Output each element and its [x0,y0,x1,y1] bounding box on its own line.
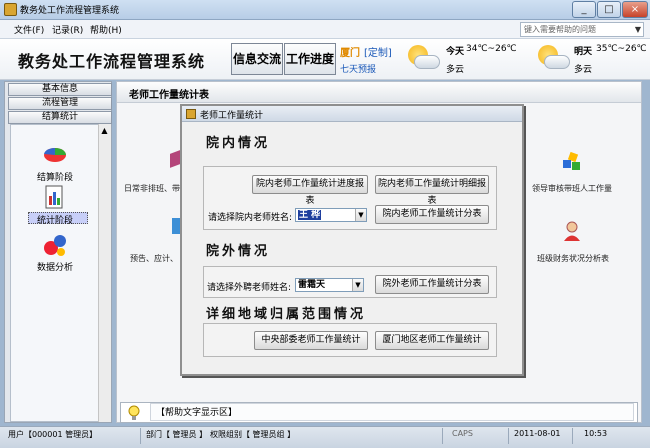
today-temp: 34℃~26℃ [466,44,517,54]
help-text: 【帮助文字显示区】 [156,408,238,418]
sidebar-nav-list [10,124,111,422]
section-external-title: 院外情况 [206,244,271,259]
bg-item-label[interactable]: 日常非排班、带 [124,183,180,194]
tomorrow-label: 明天 [574,47,593,57]
internal-detail-report-button[interactable]: 院内老师工作量统计明细报表 [375,175,489,206]
external-teacher-value: 雷霜天 [298,280,326,290]
menu-record[interactable]: 记录(R) [52,23,83,36]
app-icon [4,3,17,16]
status-user: 用户【000001 管理员】 [8,430,98,439]
internal-teacher-select[interactable]: 王 桦 ▼ [295,208,367,222]
status-divider [140,428,141,444]
sidebar-header-settlement[interactable]: 结算统计 [8,111,112,124]
menu-help[interactable]: 帮助(H) [90,23,122,36]
menu-bar: 文件(F) 记录(R) 帮助(H) 键入需要帮助的问题 ▼ [0,20,650,39]
external-split-report-button[interactable]: 院外老师工作量统计分表 [375,275,489,294]
section-internal-title: 院内情况 [206,136,271,151]
dialog-titlebar[interactable]: 老师工作量统计 [182,106,522,122]
status-date: 2011-08-01 [514,429,561,438]
central-ministry-report-button[interactable]: 中央部委老师工作量统计 [254,331,368,350]
menu-file[interactable]: 文件(F) [14,23,44,36]
work-progress-button[interactable]: 工作进度 [284,43,336,75]
help-search-input[interactable]: 键入需要帮助的问题 ▼ [520,22,644,37]
sun-cloud-icon [536,43,570,73]
pie-chart-icon[interactable] [42,140,68,166]
status-caps: CAPS [452,429,473,438]
status-time: 10:53 [584,429,608,438]
sidebar-item-analysis[interactable]: 数据分析 [25,260,85,273]
external-name-label: 请选择外聘老师姓名: [207,283,292,293]
today-desc: 多云 [446,65,465,75]
internal-progress-report-button[interactable]: 院内老师工作量统计进度报表 [252,175,368,206]
sidebar-scrollbar[interactable] [98,124,111,422]
internal-name-label: 请选择院内老师姓名: [208,213,293,223]
sidebar-item-statistics[interactable]: 统计阶段 [25,213,85,226]
internal-teacher-value: 王 桦 [298,210,322,220]
section-region-title: 详细地域归属范围情况 [206,307,367,322]
chevron-down-icon[interactable]: ▼ [352,279,363,291]
status-divider [508,428,509,444]
status-role: 权限组别【 管理员组 】 [210,430,296,439]
dialog-app-icon [186,109,196,119]
sidebar-header-process[interactable]: 流程管理 [8,97,112,110]
document-chart-icon[interactable] [42,184,68,210]
chevron-down-icon[interactable]: ▼ [635,23,641,36]
minimize-button[interactable]: _ [572,1,596,18]
close-button[interactable]: × [622,1,648,18]
user-icon[interactable] [562,220,582,242]
dialog-title: 老师工作量统计 [200,111,264,121]
bubble-chart-icon[interactable] [42,232,68,258]
help-search-placeholder: 键入需要帮助的问题 [524,25,596,34]
sidebar-header-basic[interactable]: 基本信息 [8,83,112,96]
seven-day-forecast-link[interactable]: 七天预报 [340,62,376,75]
app-title: 教务处工作流程管理系统 [18,52,206,71]
window-titlebar[interactable]: 教务处工作流程管理系统 _ □ × [0,0,650,20]
app-header: 教务处工作流程管理系统 信息交流 工作进度 厦门 [定制] 七天预报 今天 34… [0,39,650,80]
weather-city: 厦门 [340,48,360,59]
sidebar-item-settlement[interactable]: 结算阶段 [25,170,85,183]
tomorrow-temp: 35℃~26℃ [596,44,647,54]
status-dept: 部门【 管理员 】 [146,430,208,439]
internal-split-report-button[interactable]: 院内老师工作量统计分表 [375,205,489,224]
info-exchange-button[interactable]: 信息交流 [231,43,283,75]
lightbulb-icon [126,405,142,421]
main-header: 老师工作量统计表 [117,82,641,103]
window-title: 教务处工作流程管理系统 [20,6,120,16]
maximize-button[interactable]: □ [597,1,621,18]
weather-customize-link[interactable]: [定制] [364,44,392,59]
tomorrow-desc: 多云 [574,65,593,75]
sun-cloud-icon [406,43,440,73]
status-divider [442,428,443,444]
bg-item-label[interactable]: 班级财务状况分析表 [537,253,609,264]
main-title: 老师工作量统计表 [129,90,209,101]
xiamen-region-report-button[interactable]: 厦门地区老师工作量统计 [375,331,489,350]
bg-item-label[interactable]: 领导审核带班人工作量 [532,183,612,194]
team-blocks-icon[interactable] [560,151,582,173]
external-teacher-select[interactable]: 雷霜天 ▼ [295,278,364,292]
chevron-down-icon[interactable]: ▼ [355,209,366,221]
status-divider [572,428,573,444]
bg-item-label[interactable]: 预告、应计、 [130,253,178,264]
today-label: 今天 [446,47,465,57]
scroll-up-icon[interactable]: ▲ [99,125,110,136]
